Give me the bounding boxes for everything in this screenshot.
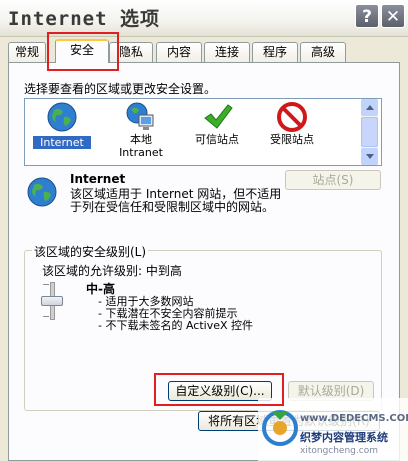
slider-tick <box>43 284 49 285</box>
tab-connections[interactable]: 连接 <box>204 42 250 62</box>
checkmark-icon <box>204 104 233 129</box>
custom-level-highlight <box>154 373 284 406</box>
intranet-icon <box>126 102 154 130</box>
window-title: Internet 选项 <box>8 8 160 30</box>
sites-button[interactable]: 站点(S) <box>285 170 381 190</box>
chevron-down-icon <box>366 154 374 159</box>
tab-programs[interactable]: 程序 <box>252 42 298 62</box>
zone-trusted-sites[interactable]: 可信站点 <box>185 101 249 146</box>
zone-internet[interactable]: Internet <box>33 101 91 149</box>
watermark-site: www.DEDECMS.COM <box>300 413 408 424</box>
zone-restricted-sites[interactable]: 受限站点 <box>260 101 324 146</box>
globe-icon <box>27 177 57 207</box>
zone-restricted-label: 受限站点 <box>270 133 314 146</box>
zone-local-intranet[interactable]: 本地 Intranet <box>109 101 173 159</box>
close-button[interactable]: ✕ <box>381 4 405 28</box>
scroll-down-button[interactable] <box>361 148 378 165</box>
slider-thumb[interactable] <box>41 296 63 306</box>
globe-icon <box>47 102 77 132</box>
slider-tick <box>43 316 49 317</box>
selected-zone-description: 该区域适用于 Internet 网站，但不适用于列在受信任和受限制区域中的网站。 <box>70 187 282 214</box>
prohibited-icon <box>277 102 307 132</box>
scroll-thumb[interactable] <box>361 117 378 147</box>
tab-content[interactable]: 内容 <box>156 42 202 62</box>
watermark-name: 织梦内容管理系统 <box>300 431 388 444</box>
zone-intranet-label: 本地 Intranet <box>119 133 163 159</box>
tab-advanced[interactable]: 高级 <box>300 42 346 62</box>
security-tab-highlight <box>47 32 119 71</box>
zone-list: Internet 本地 Intranet 可信站点 受限站点 <box>24 98 382 166</box>
security-level-group-label: 该区域的安全级别(L) <box>32 243 149 260</box>
watermark-domain: xitongcheng.com <box>300 446 378 456</box>
scroll-up-button[interactable] <box>361 99 378 116</box>
zone-scrollbar[interactable] <box>361 99 378 165</box>
selected-zone-title: Internet <box>70 172 126 186</box>
level-item: - 不下载未签名的 ActiveX 控件 <box>98 319 254 332</box>
tab-general[interactable]: 常规 <box>8 42 46 62</box>
zone-internet-label: Internet <box>33 136 91 149</box>
chevron-up-icon <box>366 105 374 110</box>
help-button[interactable]: ? <box>355 4 379 28</box>
security-level-items: - 适用于大多数网站 - 下载潜在不安全内容前提示 - 不下载未签名的 Acti… <box>98 296 253 332</box>
zone-trusted-label: 可信站点 <box>195 133 239 146</box>
allowed-levels-text: 该区域的允许级别: 中到高 <box>42 264 182 278</box>
zone-prompt: 选择要查看的区域或更改安全设置。 <box>24 82 217 96</box>
